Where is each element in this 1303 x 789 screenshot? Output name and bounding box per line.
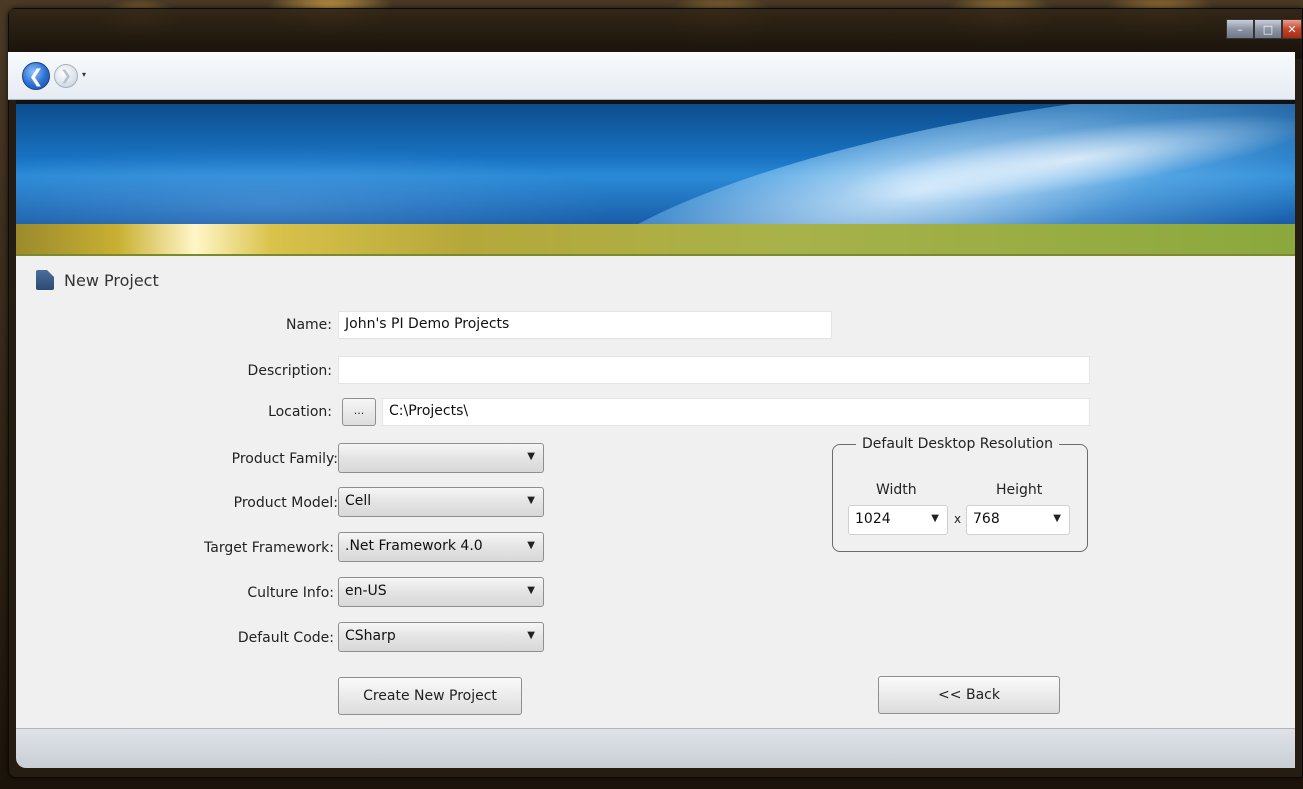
page-title: New Project xyxy=(64,270,159,290)
height-value: 768 xyxy=(973,511,1000,527)
default-code-label: Default Code: xyxy=(237,630,334,646)
minimize-button[interactable]: – xyxy=(1226,19,1254,39)
product-model-value: Cell xyxy=(345,493,372,509)
description-input[interactable] xyxy=(338,356,1090,384)
width-label: Width xyxy=(876,482,917,498)
browse-button[interactable]: ... xyxy=(342,398,376,426)
target-framework-value: .Net Framework 4.0 xyxy=(345,538,483,554)
navigation-bar: ❮ ❯ ▾ xyxy=(8,52,1295,100)
dropdown-arrow-icon: ▼ xyxy=(527,540,535,551)
target-framework-label: Target Framework: xyxy=(204,540,334,556)
status-bar xyxy=(16,728,1295,768)
width-select[interactable]: 1024 ▼ xyxy=(848,505,948,535)
resolution-groupbox xyxy=(832,444,1088,552)
name-label: Name: xyxy=(285,317,332,333)
resolution-group-title: Default Desktop Resolution xyxy=(856,436,1059,452)
location-label: Location: xyxy=(268,404,332,420)
default-code-value: CSharp xyxy=(345,628,396,644)
back-button[interactable]: << Back xyxy=(878,676,1060,714)
description-label: Description: xyxy=(247,363,332,379)
culture-info-select[interactable]: en-US ▼ xyxy=(338,577,544,607)
document-icon xyxy=(36,270,54,290)
culture-info-label: Culture Info: xyxy=(247,585,334,601)
target-framework-select[interactable]: .Net Framework 4.0 ▼ xyxy=(338,532,544,562)
close-button[interactable]: ✕ xyxy=(1282,19,1302,39)
back-arrow-icon[interactable]: ❮ xyxy=(22,62,50,90)
dropdown-arrow-icon: ▼ xyxy=(527,495,535,506)
product-family-select[interactable]: ▼ xyxy=(338,443,544,473)
product-model-label: Product Model: xyxy=(233,495,338,511)
forward-arrow-icon[interactable]: ❯ xyxy=(54,64,78,88)
width-value: 1024 xyxy=(855,511,891,527)
height-select[interactable]: 768 ▼ xyxy=(966,505,1070,535)
location-input[interactable]: C:\Projects\ xyxy=(382,398,1090,426)
product-model-select[interactable]: Cell ▼ xyxy=(338,487,544,517)
create-new-project-button[interactable]: Create New Project xyxy=(338,677,522,715)
dropdown-arrow-icon: ▼ xyxy=(527,451,535,462)
dropdown-arrow-icon: ▼ xyxy=(527,630,535,641)
caption-buttons: – □ ✕ xyxy=(1226,19,1302,41)
height-label: Height xyxy=(996,482,1043,498)
culture-info-value: en-US xyxy=(345,583,387,599)
history-dropdown-icon[interactable]: ▾ xyxy=(82,70,86,79)
default-code-select[interactable]: CSharp ▼ xyxy=(338,622,544,652)
resolution-separator: x xyxy=(954,512,962,526)
dropdown-arrow-icon: ▼ xyxy=(1053,513,1061,524)
main-content: New Project Name: John's PI Demo Project… xyxy=(16,100,1295,768)
banner-accent-strip xyxy=(16,224,1295,256)
name-input[interactable]: John's PI Demo Projects xyxy=(338,311,832,339)
page-header: New Project xyxy=(36,270,159,290)
dropdown-arrow-icon: ▼ xyxy=(527,585,535,596)
product-family-label: Product Family: xyxy=(231,451,338,467)
maximize-button[interactable]: □ xyxy=(1254,19,1282,39)
banner-decoration xyxy=(16,144,616,224)
header-banner xyxy=(16,100,1295,224)
dropdown-arrow-icon: ▼ xyxy=(931,513,939,524)
